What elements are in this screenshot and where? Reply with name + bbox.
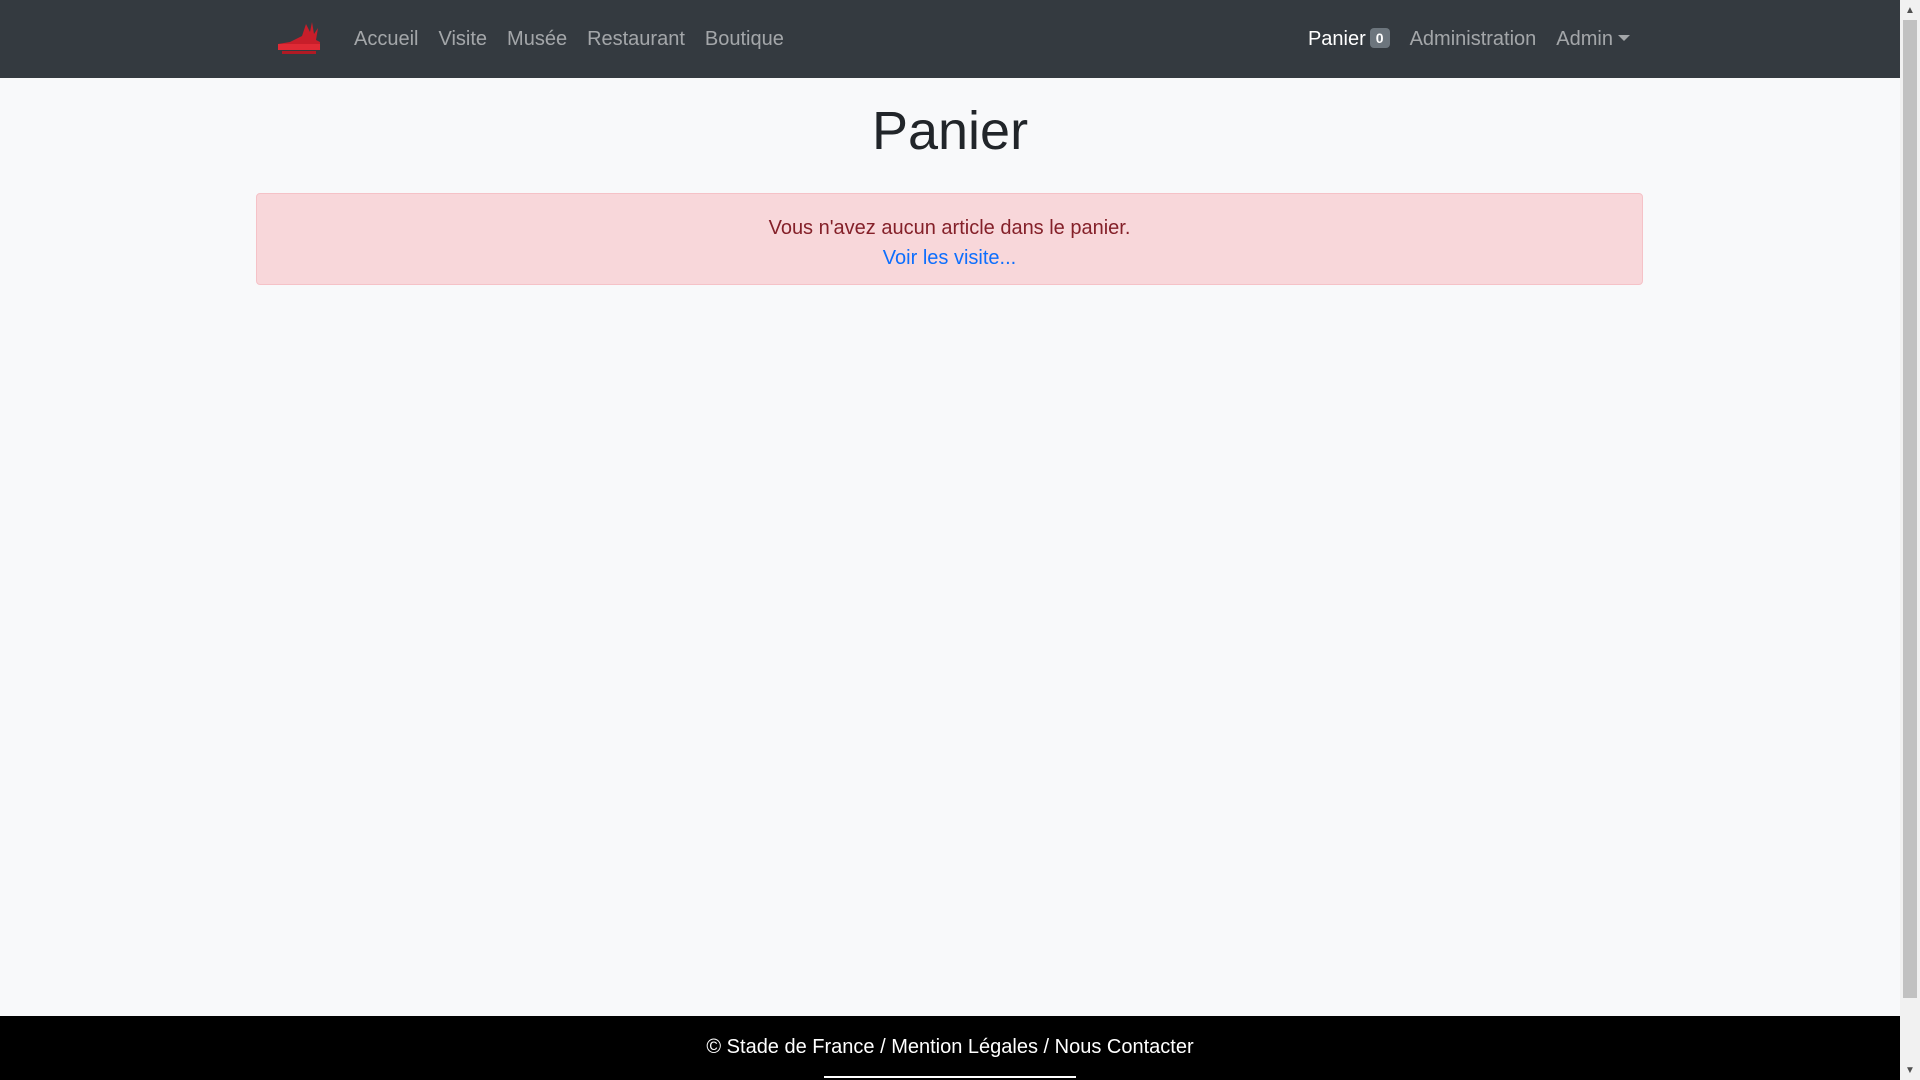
scrollbar-thumb[interactable]: [1903, 20, 1917, 998]
user-menu-dropdown[interactable]: Admin: [1546, 28, 1640, 51]
vertical-scrollbar[interactable]: ▲ ▼: [1900, 0, 1920, 1080]
caret-down-icon: [1618, 34, 1630, 41]
scroll-up-arrow-icon[interactable]: ▲: [1900, 0, 1920, 20]
nav-administration[interactable]: Administration: [1400, 28, 1547, 51]
footer-text: © Stade de France / Mention Légales / No…: [706, 1036, 1194, 1058]
brand-logo-icon[interactable]: [276, 20, 322, 56]
nav-musee[interactable]: Musée: [497, 28, 577, 51]
alert-message: Vous n'avez aucun article dans le panier…: [768, 217, 1131, 239]
nav-panier[interactable]: Panier 0: [1298, 27, 1400, 51]
page-title: Panier: [871, 101, 1029, 161]
user-menu-label: Admin: [1556, 27, 1613, 50]
nav-boutique[interactable]: Boutique: [695, 28, 794, 51]
nav-panier-label: Panier: [1307, 27, 1366, 50]
see-visits-link[interactable]: Voir les visite...: [883, 243, 1016, 273]
right-nav: Panier 0 Administration Admin: [1298, 0, 1640, 78]
nav-restaurant[interactable]: Restaurant: [577, 28, 695, 51]
scroll-down-arrow-icon[interactable]: ▼: [1900, 1060, 1920, 1080]
footer: © Stade de France / Mention Légales / No…: [0, 1016, 1900, 1080]
cart-count-badge: 0: [1369, 27, 1390, 48]
main-nav: Accueil Visite Musée Restaurant Boutique: [344, 0, 794, 78]
footer-underline: [824, 1076, 1076, 1078]
empty-cart-alert: Vous n'avez aucun article dans le panier…: [256, 193, 1643, 285]
nav-accueil[interactable]: Accueil: [344, 28, 428, 51]
nav-visite[interactable]: Visite: [428, 28, 497, 51]
top-navbar: Accueil Visite Musée Restaurant Boutique…: [0, 0, 1900, 78]
